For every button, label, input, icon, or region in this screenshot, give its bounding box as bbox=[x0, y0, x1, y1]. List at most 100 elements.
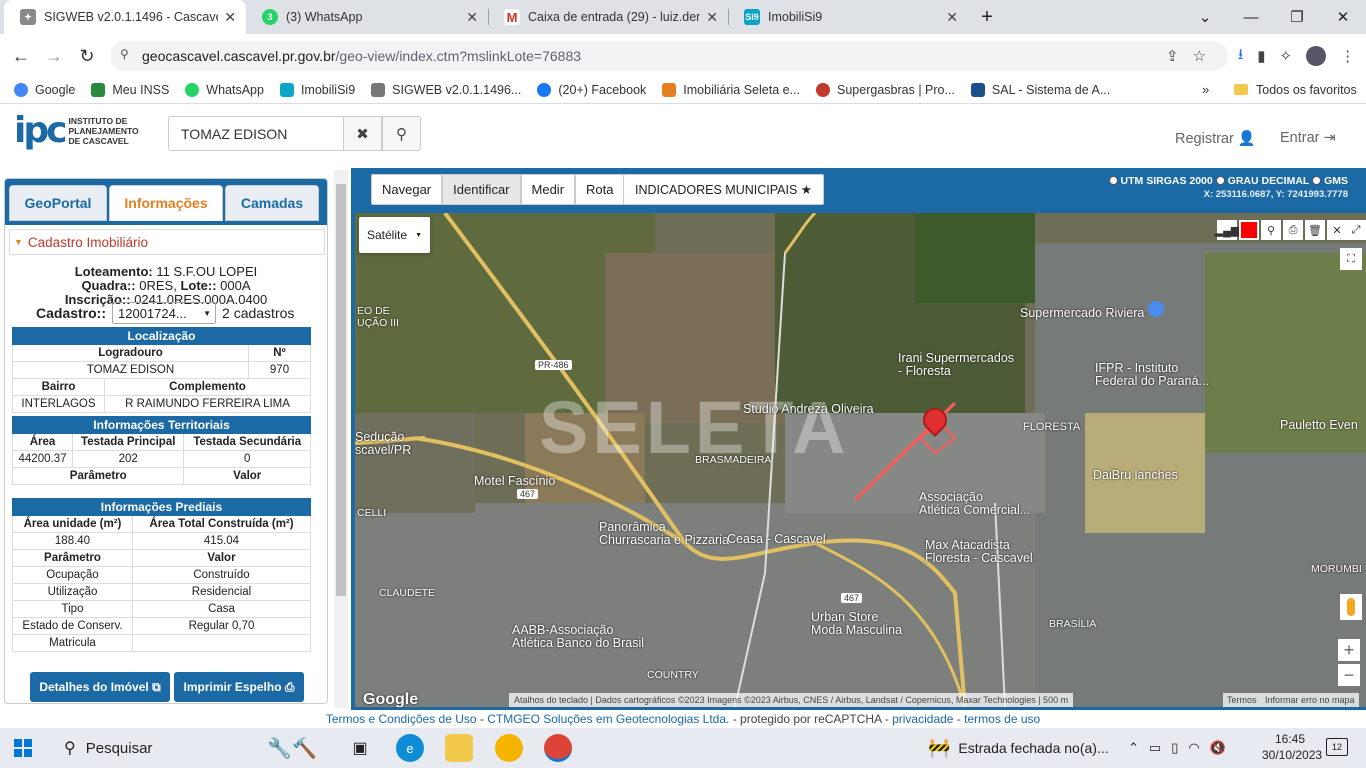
site-info-icon[interactable]: ⚲ bbox=[120, 47, 129, 61]
print-icon[interactable]: ⎙ bbox=[1283, 220, 1303, 240]
bookmark-imobilisi9[interactable]: ImobiliSi9 bbox=[279, 82, 355, 97]
layer-select[interactable]: Satélite ▼ bbox=[359, 217, 430, 253]
poi-label[interactable]: Studio Andreza Oliveira bbox=[743, 402, 874, 416]
address-search-input[interactable]: TOMAZ EDISON bbox=[168, 116, 344, 151]
clear-search-button[interactable]: ✖ bbox=[343, 116, 382, 151]
close-icon[interactable]: ✕ bbox=[466, 9, 478, 26]
download-icon[interactable]: ⭳ bbox=[1238, 44, 1243, 69]
zoom-out-button[interactable]: − bbox=[1338, 664, 1360, 686]
windows-start-icon[interactable] bbox=[14, 739, 32, 757]
all-bookmarks-link[interactable]: Todos os favoritos bbox=[1256, 83, 1357, 97]
close-icon[interactable]: ✕ bbox=[946, 9, 958, 26]
trash-icon[interactable]: 🗑 bbox=[1305, 220, 1325, 240]
indicadores-button[interactable]: INDICADORES MUNICIPAIS ★ bbox=[623, 174, 824, 205]
tos-link[interactable]: termos de uso bbox=[964, 712, 1040, 726]
terms-link[interactable]: Termos bbox=[1223, 693, 1261, 707]
radio-gms[interactable] bbox=[1312, 176, 1322, 185]
ctmgeo-link[interactable]: CTMGEO Soluções em Geotecnologias Ltda. bbox=[487, 712, 729, 726]
tools-icon[interactable]: 🔧🔨 bbox=[262, 734, 322, 762]
radio-utm[interactable] bbox=[1108, 176, 1118, 185]
close-icon[interactable]: ✕ bbox=[1327, 220, 1347, 240]
wifi-icon[interactable]: ◠ bbox=[1188, 740, 1199, 756]
zoom-search-icon[interactable]: ⚲ bbox=[1261, 220, 1281, 240]
fullscreen-icon[interactable]: ⛶ bbox=[1340, 248, 1362, 270]
volume-mute-icon[interactable]: 🔇 bbox=[1210, 740, 1226, 756]
close-icon[interactable]: ✕ bbox=[224, 9, 236, 26]
edge-icon[interactable]: e bbox=[396, 734, 424, 762]
radio-grau-decimal[interactable] bbox=[1215, 176, 1225, 185]
bookmark-facebook[interactable]: (20+) Facebook bbox=[537, 82, 646, 97]
chrome-alt-icon[interactable] bbox=[495, 734, 523, 762]
notifications-icon[interactable]: 12 bbox=[1326, 738, 1348, 756]
poi-label[interactable]: Sedução scavel/PR bbox=[355, 431, 411, 457]
satellite-map[interactable]: SELETA Supermercado Riviera Irani Superm… bbox=[355, 213, 1366, 707]
share-icon[interactable]: ⇪ bbox=[1166, 47, 1179, 65]
poi-label[interactable]: IFPR - Instituto Federal do Paraná... bbox=[1095, 362, 1209, 388]
tab-imobilisi9[interactable]: Si9 ImobiliSi9 ✕ bbox=[728, 0, 968, 34]
poi-label[interactable]: AABB-Associação Atlética Banco do Brasil bbox=[512, 624, 644, 650]
search-button[interactable]: ⚲ bbox=[382, 116, 421, 151]
bookmark-sal[interactable]: SAL - Sistema de A... bbox=[970, 82, 1110, 97]
imprimir-espelho-button[interactable]: Imprimir Espelho ⎙ bbox=[174, 672, 304, 702]
close-icon[interactable]: ✕ bbox=[706, 9, 718, 26]
close-window-button[interactable]: ✕ bbox=[1320, 0, 1366, 34]
poi-label[interactable]: Associação Atlética Comercial... bbox=[919, 491, 1030, 517]
chrome-icon[interactable] bbox=[544, 734, 572, 762]
chevron-up-icon[interactable]: ⌃ bbox=[1128, 740, 1139, 756]
bookmark-sigweb[interactable]: SIGWEB v2.0.1.1496... bbox=[371, 82, 521, 97]
tab-sigweb[interactable]: ✦ SIGWEB v2.0.1.1496 - Cascavel ✕ bbox=[4, 0, 246, 34]
cadastro-section-header[interactable]: ▼ Cadastro Imobiliário bbox=[9, 229, 325, 255]
forward-button[interactable]: → bbox=[40, 42, 68, 70]
bookmark-seleta[interactable]: Imobiliária Seleta e... bbox=[662, 82, 800, 97]
street-view-icon[interactable] bbox=[1340, 594, 1362, 620]
poi-label[interactable]: Ceasa - Cascavel bbox=[727, 532, 826, 546]
new-tab-button[interactable]: + bbox=[964, 0, 1010, 34]
poi-label[interactable]: Supermercado Riviera bbox=[1020, 301, 1164, 320]
more-bookmarks-icon[interactable]: » bbox=[1202, 82, 1209, 97]
avatar[interactable] bbox=[1306, 46, 1327, 66]
register-link[interactable]: Registrar 👤 bbox=[1175, 130, 1256, 147]
file-explorer-icon[interactable] bbox=[445, 734, 473, 762]
bookmark-meu-inss[interactable]: Meu INSS bbox=[91, 82, 169, 97]
tool-identificar[interactable]: Identificar bbox=[442, 174, 521, 205]
bookmark-supergasbras[interactable]: Supergasbras | Pro... bbox=[816, 82, 955, 97]
side-panel-icon[interactable]: ▮ bbox=[1257, 47, 1265, 65]
poi-label[interactable]: Irani Supermercados - Floresta bbox=[898, 352, 1014, 378]
zoom-in-button[interactable]: + bbox=[1338, 639, 1360, 661]
privacy-link[interactable]: privacidade bbox=[892, 712, 953, 726]
tool-medir[interactable]: Medir bbox=[520, 174, 576, 205]
bookmark-whatsapp[interactable]: WhatsApp bbox=[185, 82, 264, 97]
minimize-button[interactable]: — bbox=[1228, 0, 1274, 34]
poi-label[interactable]: Panorâmica Churrascaria e Pizzaria bbox=[599, 521, 729, 547]
menu-icon[interactable]: ⋮ bbox=[1340, 47, 1355, 65]
network-device-icon[interactable]: ▭ bbox=[1149, 740, 1161, 756]
poi-label[interactable]: Max Atacadista Floresta - Cascavel bbox=[925, 539, 1033, 565]
poi-label[interactable]: Motel Fascínio bbox=[474, 474, 555, 488]
poi-label[interactable]: Pauletto Even bbox=[1280, 418, 1358, 432]
poi-label[interactable]: DaiBru lanches bbox=[1093, 468, 1178, 482]
back-button[interactable]: ← bbox=[7, 42, 35, 70]
battery-icon[interactable]: ▯ bbox=[1171, 740, 1178, 756]
report-error-link[interactable]: Informar erro no mapa bbox=[1261, 693, 1359, 707]
bookmark-google[interactable]: Google bbox=[14, 82, 75, 97]
tab-whatsapp[interactable]: 3 (3) WhatsApp ✕ bbox=[246, 0, 488, 34]
reload-button[interactable]: ↻ bbox=[73, 42, 101, 70]
tab-informacoes[interactable]: Informações bbox=[109, 185, 223, 221]
cadastro-select[interactable]: 12001724... ▼ bbox=[112, 302, 217, 324]
tab-gmail[interactable]: M Caixa de entrada (29) - luiz.dem ✕ bbox=[488, 0, 728, 34]
scrollbar-thumb[interactable] bbox=[336, 184, 346, 596]
panel-scrollbar[interactable] bbox=[334, 170, 348, 708]
clock[interactable]: 16:45 30/10/2023 bbox=[1262, 731, 1322, 763]
tab-search-chevron-icon[interactable]: ⌄ bbox=[1182, 0, 1228, 34]
tab-geoportal[interactable]: GeoPortal bbox=[9, 185, 107, 221]
tool-rota[interactable]: Rota bbox=[575, 174, 625, 205]
detalhes-imovel-button[interactable]: Detalhes do Imóvel ⧉ bbox=[30, 672, 170, 702]
tool-navegar[interactable]: Navegar bbox=[371, 174, 443, 205]
bookmark-star-icon[interactable]: ☆ bbox=[1193, 47, 1206, 65]
address-bar[interactable]: ⚲ geocascavel.cascavel.pr.gov.br/geo-vie… bbox=[110, 41, 1228, 71]
restore-button[interactable]: ❐ bbox=[1274, 0, 1320, 34]
color-picker-button[interactable] bbox=[1239, 220, 1259, 240]
ipc-logo[interactable]: ipc INSTITUTO DE PLANEJAMENTO DE CASCAVE… bbox=[14, 113, 139, 149]
notification-area[interactable]: 🚧 Estrada fechada no(a)... bbox=[928, 728, 1109, 768]
terms-link[interactable]: Termos e Condições de Uso bbox=[326, 712, 477, 726]
